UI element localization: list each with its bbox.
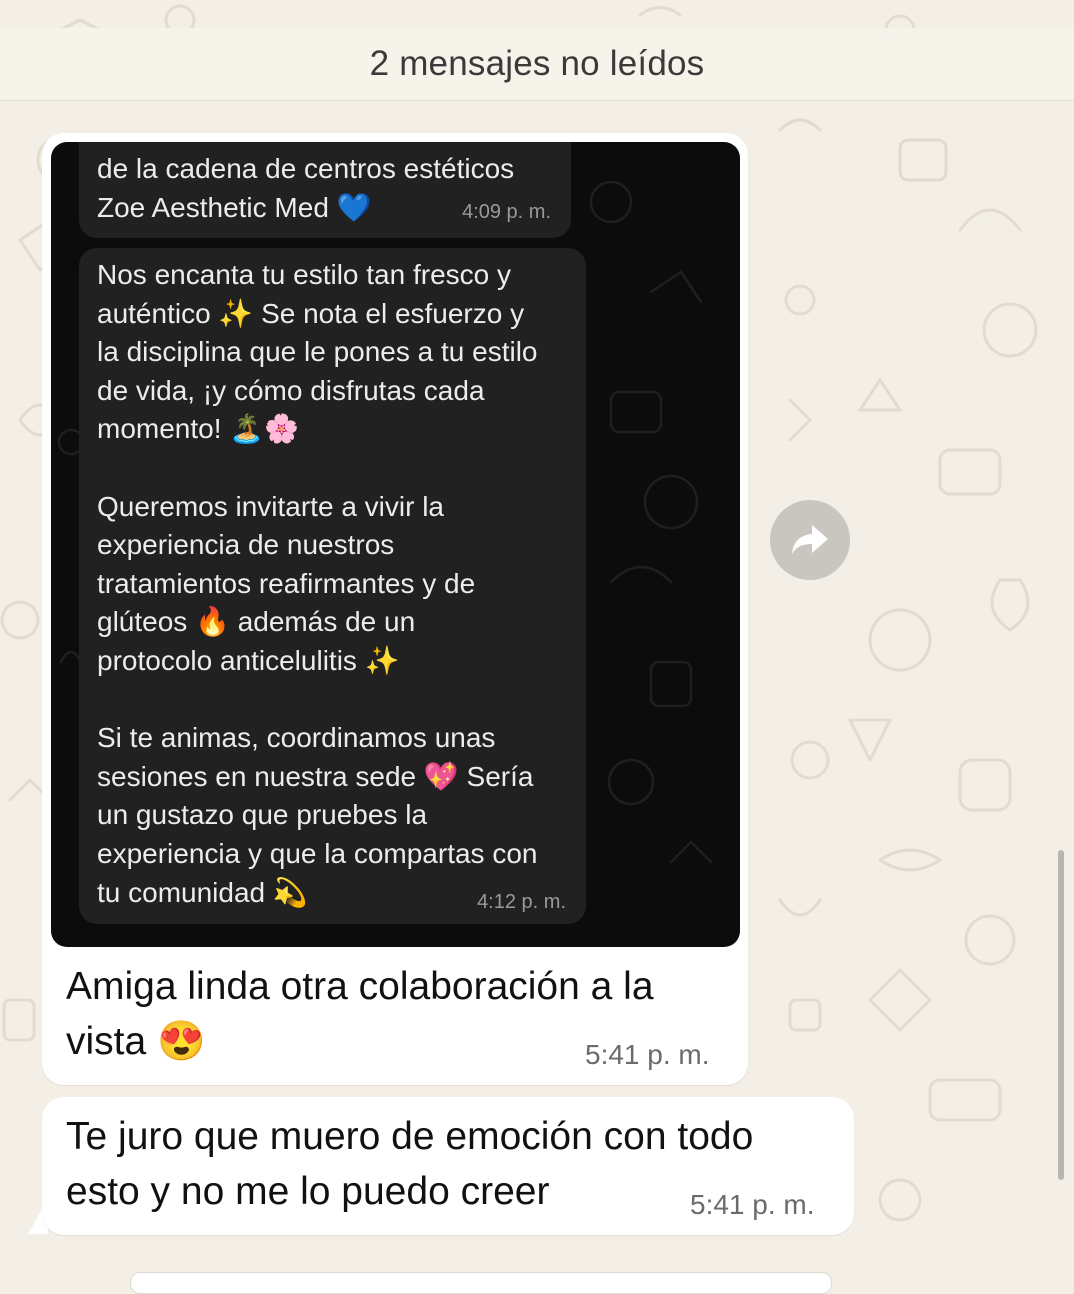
- message-1-timestamp: 5:41 p. m.: [585, 1039, 710, 1070]
- chat-scrollbar[interactable]: [1058, 850, 1064, 1180]
- forward-arrow-icon: [792, 525, 828, 554]
- forwarded-bubble-1: de la cadena de centros estéticos Zoe Ae…: [79, 142, 571, 238]
- forwarded-bubble-1-text: de la cadena de centros estéticos Zoe Ae…: [97, 153, 515, 223]
- forwarded-bubble-2: Nos encanta tu estilo tan fresco y autén…: [79, 248, 586, 924]
- unread-messages-banner: 2 mensajes no leídos: [0, 28, 1074, 101]
- composer-edge[interactable]: [130, 1272, 832, 1294]
- screenshot-image[interactable]: de la cadena de centros estéticos Zoe Ae…: [51, 142, 740, 947]
- forwarded-bubble-2-time: 4:12 p. m.: [477, 891, 566, 913]
- message-2-timestamp: 5:41 p. m.: [690, 1189, 815, 1220]
- forwarded-bubble-1-time: 4:09 p. m.: [462, 201, 551, 223]
- forwarded-bubble-2-text: Nos encanta tu estilo tan fresco y autén…: [97, 259, 538, 908]
- forward-button[interactable]: [770, 500, 850, 580]
- unread-messages-label: 2 mensajes no leídos: [369, 44, 705, 83]
